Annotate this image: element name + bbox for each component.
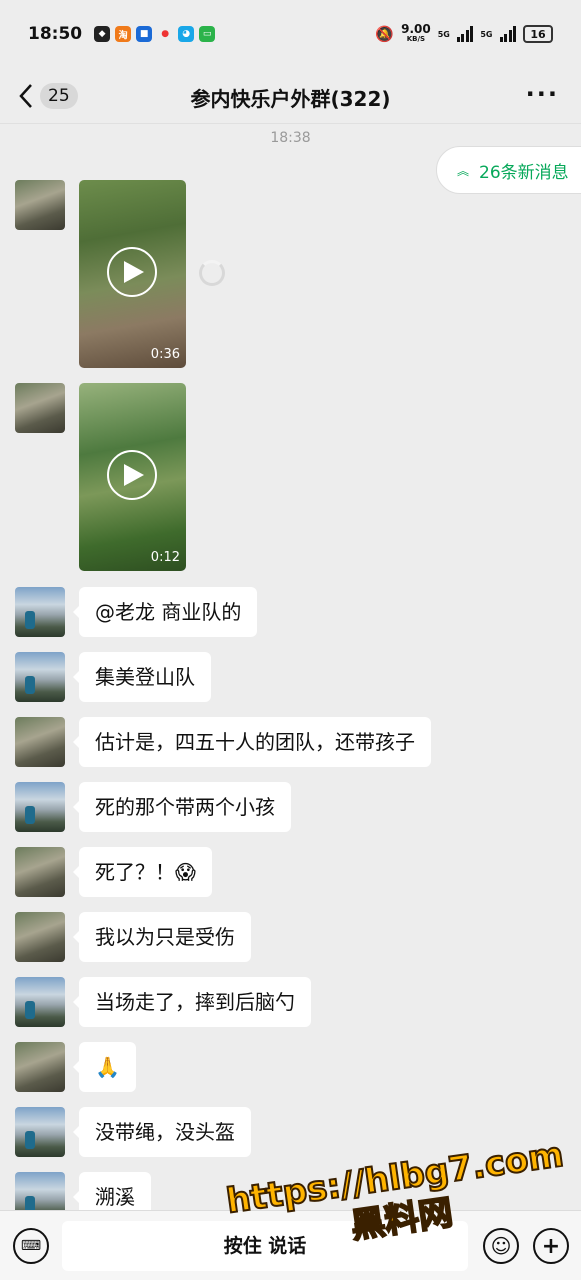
video-message[interactable]: 0:12: [79, 383, 186, 571]
qq-icon: ◕: [178, 26, 195, 42]
play-icon: [107, 450, 157, 500]
message-row: 死的那个带两个小孩: [15, 782, 291, 832]
message-row: 0:12: [15, 383, 186, 571]
avatar[interactable]: [15, 847, 65, 897]
avatar[interactable]: [15, 912, 65, 962]
message-bubble[interactable]: 估计是，四五十人的团队，还带孩子: [73, 717, 431, 767]
chat-title: 参内快乐户外群(322): [190, 87, 391, 111]
avatar[interactable]: [15, 383, 65, 433]
message-row: 🙏: [15, 1042, 136, 1092]
message-bubble[interactable]: 没带绳，没头盔: [73, 1107, 251, 1157]
message-bubble[interactable]: 死了？！😱: [73, 847, 212, 897]
message-row: 估计是，四五十人的团队，还带孩子: [15, 717, 431, 767]
double-chevron-up-icon: ︽: [457, 163, 470, 178]
message-row: 死了？！😱: [15, 847, 212, 897]
signal-icon: [456, 26, 474, 42]
chat-header: 25 参内快乐户外群(322) ···: [0, 68, 581, 124]
speed-unit: KB/S: [406, 35, 426, 43]
message-bubble[interactable]: 当场走了，摔到后脑勺: [73, 977, 311, 1027]
video-message[interactable]: 0:36: [79, 180, 186, 368]
plus-icon[interactable]: +: [533, 1228, 569, 1264]
taobao-icon: 淘: [115, 26, 132, 42]
avatar[interactable]: [15, 1042, 65, 1092]
message-bubble[interactable]: 我以为只是受伤: [73, 912, 251, 962]
avatar[interactable]: [15, 782, 65, 832]
app-notification-icon: ■: [136, 26, 153, 42]
location-pin-icon: ●: [161, 29, 170, 39]
net-type-1: 5G: [437, 29, 450, 39]
avatar[interactable]: [15, 652, 65, 702]
video-duration: 0:36: [150, 347, 180, 362]
status-indicators: 🔕 9.00 KB/S 5G 5G 16: [375, 22, 553, 44]
keyboard-icon[interactable]: ⌨: [13, 1228, 49, 1264]
avatar[interactable]: [15, 977, 65, 1027]
new-messages-label: 26条新消息: [479, 162, 569, 183]
message-row: 集美登山队: [15, 652, 211, 702]
message-timestamp: 18:38: [270, 130, 311, 146]
input-bar: ⌨ 按住 说话 ☺ +: [0, 1210, 581, 1280]
status-bar: 18:50 ◆ 淘 ■ ● ◕ ▭ 🔕 9.00 KB/S 5G 5G 16: [0, 0, 581, 68]
more-options-icon[interactable]: ···: [526, 80, 559, 108]
message-bubble[interactable]: 死的那个带两个小孩: [73, 782, 291, 832]
message-bubble[interactable]: 🙏: [73, 1042, 136, 1092]
message-row: 我以为只是受伤: [15, 912, 251, 962]
emoji-icon[interactable]: ☺: [483, 1228, 519, 1264]
status-time: 18:50: [28, 24, 83, 44]
message-row: 没带绳，没头盔: [15, 1107, 251, 1157]
battery-level: 16: [530, 27, 546, 41]
message-row: 当场走了，摔到后脑勺: [15, 977, 311, 1027]
speed-value: 9.00: [401, 22, 431, 36]
avatar[interactable]: [15, 1107, 65, 1157]
net-type-2: 5G: [480, 29, 493, 39]
mute-bell-icon: 🔕: [375, 25, 395, 43]
avatar[interactable]: [15, 180, 65, 230]
network-speed: 9.00 KB/S: [401, 22, 431, 44]
avatar[interactable]: [15, 587, 65, 637]
video-duration: 0:12: [150, 550, 180, 565]
avatar[interactable]: [15, 717, 65, 767]
play-icon: [107, 247, 157, 297]
hold-to-talk-button[interactable]: 按住 说话: [62, 1221, 468, 1271]
watermark-url: https://hlbg7.com: [223, 1134, 567, 1223]
signal-icon: [499, 26, 516, 42]
app-notification-icon: ◆: [94, 26, 111, 42]
message-icon: ▭: [199, 26, 216, 42]
notification-icons: ◆ 淘 ■ ● ◕ ▭: [94, 26, 216, 42]
loading-spinner-icon: [199, 260, 225, 286]
message-row: @老龙 商业队的: [15, 587, 258, 637]
battery-icon: 16: [523, 25, 553, 43]
message-bubble[interactable]: 集美登山队: [73, 652, 211, 702]
new-messages-button[interactable]: ︽ 26条新消息: [436, 146, 581, 194]
message-bubble[interactable]: @老龙 商业队的: [72, 587, 258, 637]
message-row: 0:36: [15, 180, 186, 368]
